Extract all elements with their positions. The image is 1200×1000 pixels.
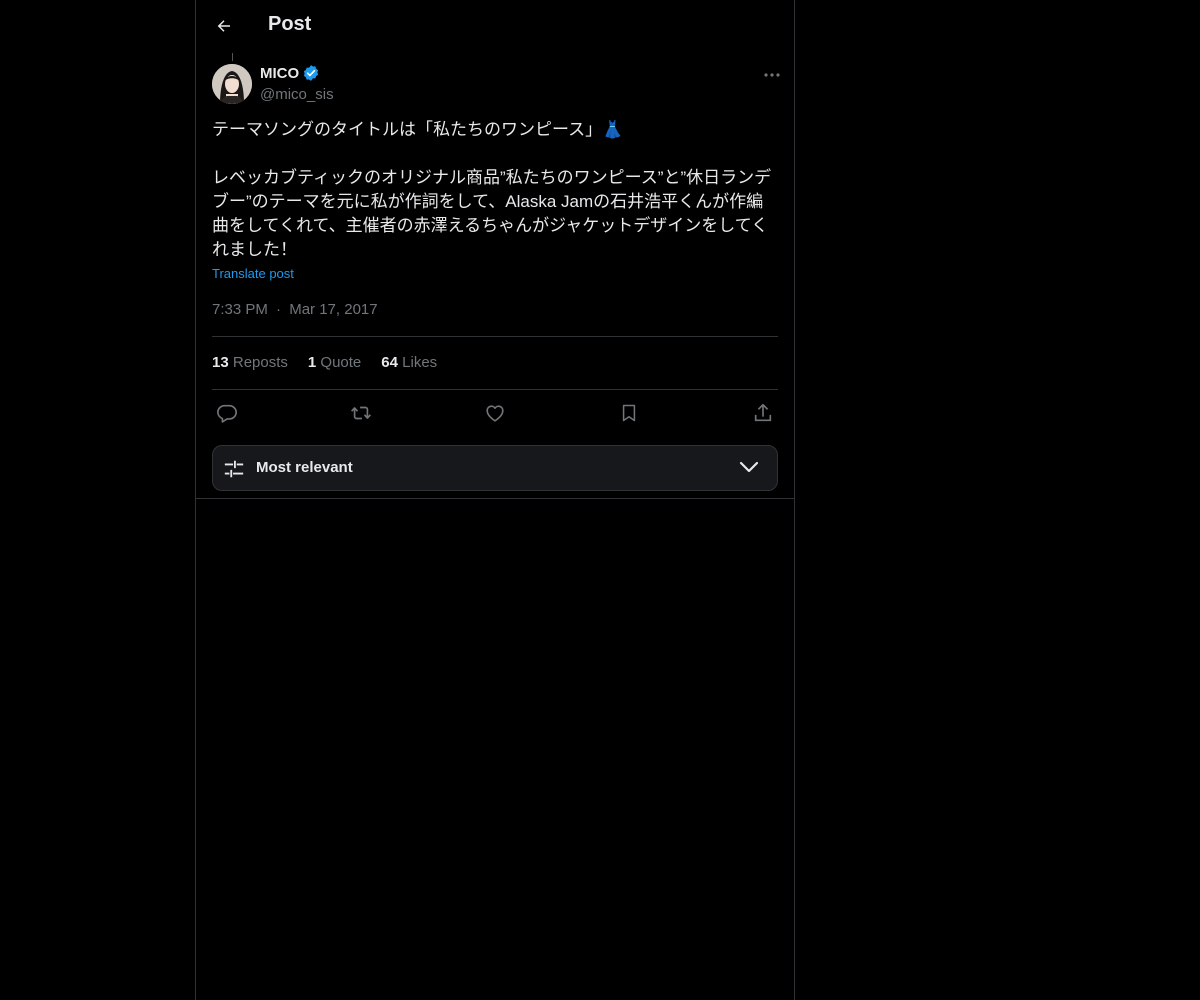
more-options-button[interactable]: [760, 64, 784, 86]
reply-icon: [217, 404, 237, 423]
reposts-stat[interactable]: 13 Reposts: [212, 354, 288, 371]
share-icon: [754, 403, 772, 422]
likes-count: 64: [381, 354, 398, 371]
bookmark-button[interactable]: [614, 400, 644, 426]
divider: [212, 336, 778, 337]
share-button[interactable]: [748, 400, 778, 426]
thread-line: [232, 53, 233, 61]
avatar[interactable]: [212, 64, 252, 104]
action-bar: [212, 400, 778, 426]
verified-badge-icon: [304, 65, 319, 81]
header: Post: [196, 0, 794, 53]
tweet-time[interactable]: 7:33 PM: [212, 301, 268, 318]
post-column: Post MICO @mico_sis テーマソングのタイトルは「私たちのワンピ…: [195, 0, 795, 1000]
reply-button[interactable]: [212, 400, 242, 426]
likes-label: Likes: [402, 354, 438, 371]
tweet-stats: 13 Reposts 1 Quote 64 Likes: [212, 354, 437, 371]
like-button[interactable]: [480, 400, 510, 426]
author-handle[interactable]: @mico_sis: [260, 86, 334, 103]
timestamp-separator: ·: [276, 301, 282, 318]
tweet-date[interactable]: Mar 17, 2017: [289, 301, 377, 318]
quotes-label: Quote: [320, 354, 362, 371]
reply-sort-dropdown[interactable]: Most relevant: [212, 445, 778, 491]
author-display-name[interactable]: MICO: [260, 65, 299, 82]
sort-label: Most relevant: [256, 459, 353, 476]
repost-button[interactable]: [346, 400, 376, 426]
more-icon: [764, 73, 780, 77]
page-title: Post: [268, 13, 312, 35]
chevron-down-icon: [739, 461, 759, 473]
bookmark-icon: [622, 404, 636, 422]
quotes-count: 1: [307, 354, 317, 371]
likes-stat[interactable]: 64 Likes: [381, 354, 437, 371]
author-name-row: MICO: [260, 64, 320, 82]
quotes-stat[interactable]: 1 Quote: [308, 354, 361, 371]
reposts-count: 13: [212, 354, 229, 371]
divider: [212, 389, 778, 390]
reposts-label: Reposts: [232, 354, 288, 371]
translate-post-link[interactable]: Translate post: [212, 266, 294, 281]
repost-icon: [351, 406, 371, 420]
tweet-timestamp: 7:33 PM · Mar 17, 2017: [212, 301, 378, 318]
avatar-image: [212, 64, 252, 104]
back-button[interactable]: [208, 10, 240, 42]
tweet-text: テーマソングのタイトルは「私たちのワンピース」👗 レベッカブティックのオリジナル…: [212, 120, 772, 259]
divider: [196, 498, 794, 499]
sliders-icon: [224, 460, 244, 478]
like-icon: [486, 405, 504, 422]
arrow-left-icon: [217, 20, 230, 32]
